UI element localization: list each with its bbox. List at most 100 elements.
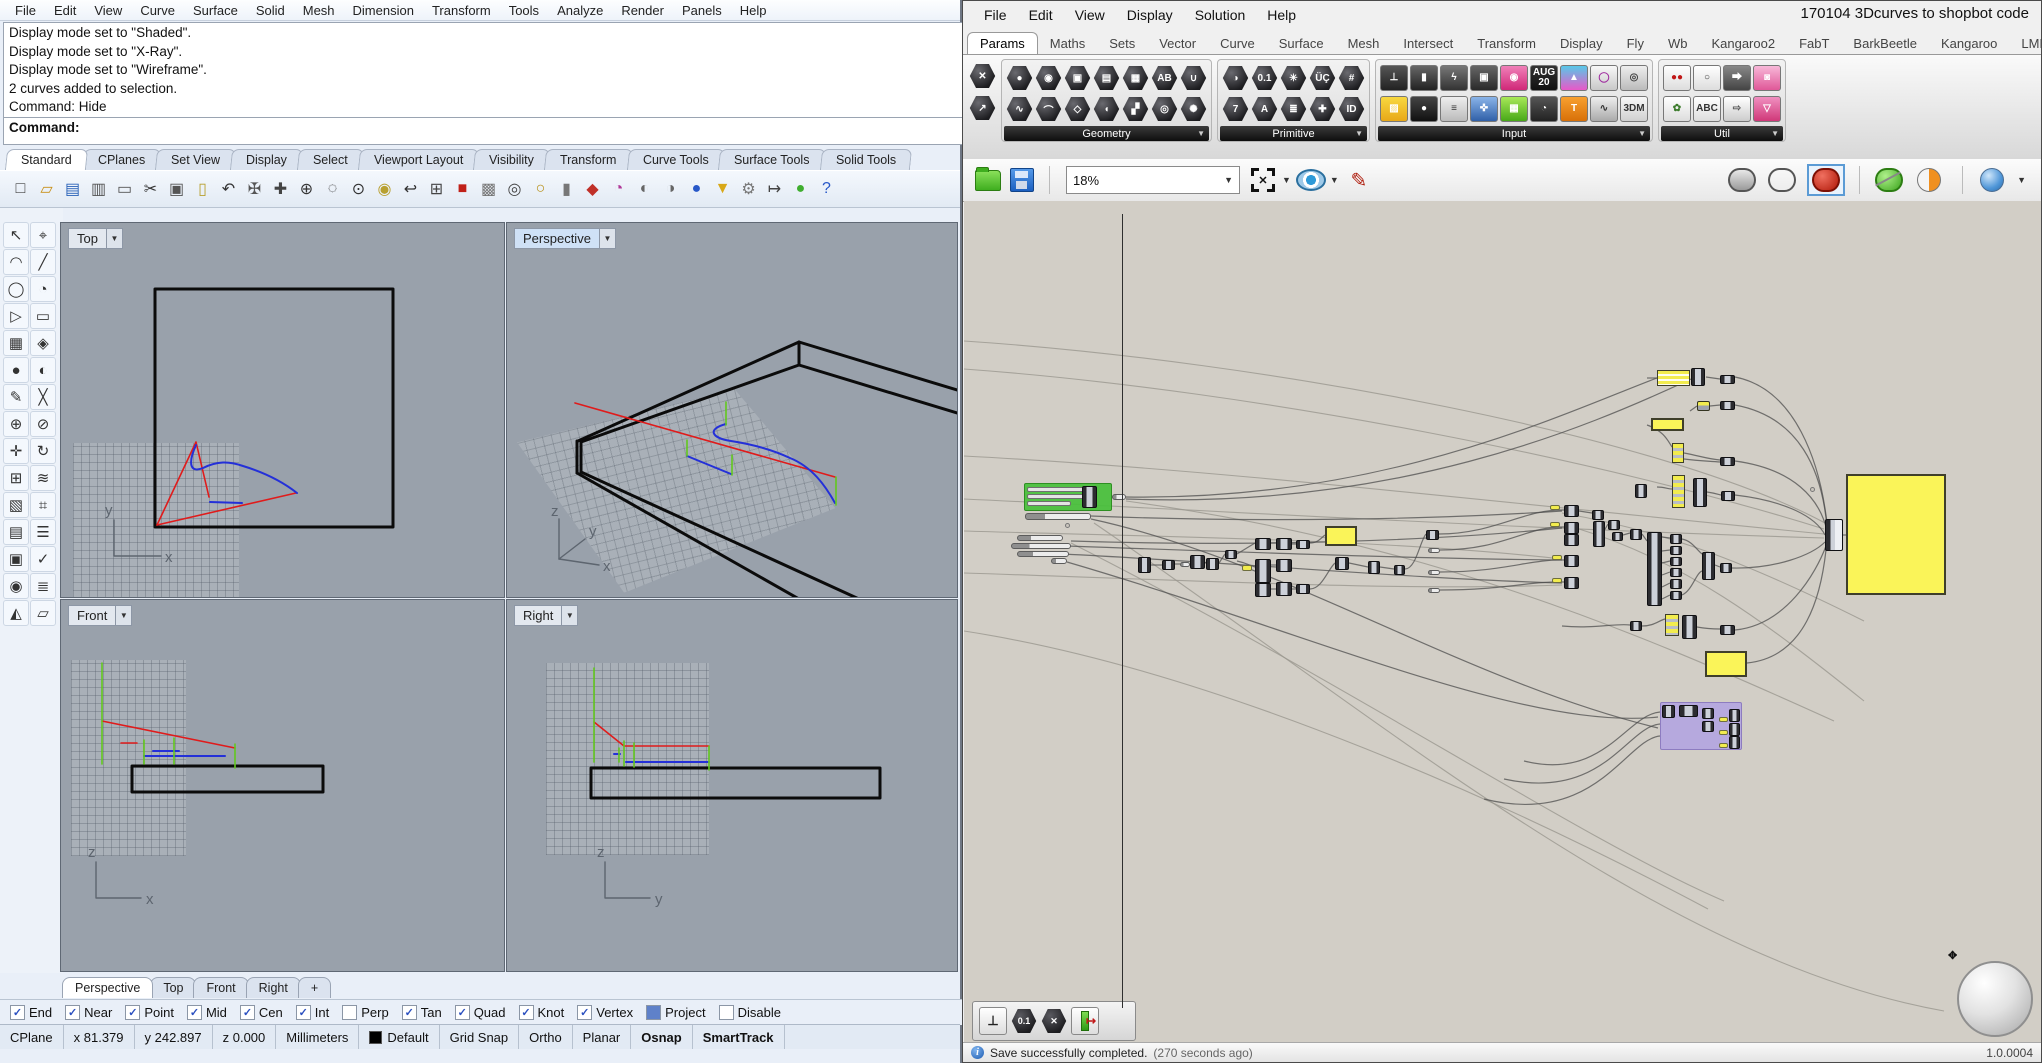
toolbar-icon[interactable]: ↩ [398, 177, 423, 202]
chevron-down-icon[interactable]: ▼ [107, 228, 123, 249]
toolbar-tab-cplanes[interactable]: CPlanes [82, 149, 161, 170]
gh-node-n[interactable] [1670, 579, 1682, 589]
checkbox-icon[interactable] [10, 1005, 25, 1020]
zoom-extents-button[interactable]: ✕ [1248, 165, 1278, 195]
palette-icon[interactable]: ⌒ [1035, 96, 1062, 122]
chevron-down-icon[interactable]: ▼ [1330, 175, 1339, 185]
osnap-toggle-cen[interactable]: Cen [240, 1005, 283, 1020]
toolbar-tab-transform[interactable]: Transform [544, 149, 633, 170]
status-cell-osnap[interactable]: Osnap [631, 1025, 692, 1049]
palette-icon[interactable]: ● [1410, 96, 1438, 122]
preview-shaded-button-selected[interactable] [1807, 164, 1845, 196]
checkbox-icon[interactable] [646, 1005, 661, 1020]
sidebar-tool-icon[interactable]: ╱ [30, 249, 56, 275]
sidebar-tool-icon[interactable]: ≋ [30, 465, 56, 491]
gh-node-n[interactable] [1670, 534, 1682, 544]
front-curve[interactable] [132, 766, 323, 792]
toolbar-icon[interactable]: ▯ [190, 177, 215, 202]
sidebar-tool-icon[interactable]: ╳ [30, 384, 56, 410]
menu-item-render[interactable]: Render [612, 3, 673, 18]
gh-node-t[interactable] [1719, 717, 1728, 722]
gh-node-n[interactable] [1206, 558, 1219, 570]
sidebar-tool-icon[interactable]: ✛ [3, 438, 29, 464]
gh-tab-surface[interactable]: Surface [1267, 33, 1336, 54]
toolbar-tab-set-view[interactable]: Set View [155, 149, 236, 170]
status-cell-grid-snap[interactable]: Grid Snap [440, 1025, 520, 1049]
perspective-curve[interactable] [577, 473, 799, 597]
viewport-perspective[interactable]: zyx Perspective▼ [506, 222, 958, 598]
chevron-down-icon[interactable]: ▼ [562, 605, 578, 626]
palette-icon[interactable]: ✺ [1180, 96, 1207, 122]
palette-icon[interactable]: AB [1151, 65, 1178, 91]
sidebar-tool-icon[interactable]: ✎ [3, 384, 29, 410]
viewport-title-perspective[interactable]: Perspective▼ [514, 228, 616, 249]
toolbar-tab-surface-tools[interactable]: Surface Tools [718, 149, 826, 170]
checkbox-icon[interactable] [296, 1005, 311, 1020]
gh-tab-barkbeetle[interactable]: BarkBeetle [1841, 33, 1929, 54]
gh-node-n[interactable] [1729, 723, 1740, 736]
sidebar-tool-icon[interactable]: ◔ [30, 276, 56, 302]
gh-node-s[interactable] [1017, 551, 1069, 557]
gh-menu-item-display[interactable]: Display [1116, 7, 1184, 23]
palette-icon[interactable]: ϟ [1440, 65, 1468, 91]
gh-node-n[interactable] [1729, 709, 1740, 722]
osnap-toggle-end[interactable]: End [10, 1005, 52, 1020]
perspective-curve[interactable] [799, 342, 957, 390]
zoom-level-select[interactable]: 18%▼ [1066, 166, 1240, 194]
command-history[interactable]: Display mode set to "Shaded".Display mod… [3, 22, 963, 119]
checkbox-icon[interactable] [455, 1005, 470, 1020]
perspective-curve[interactable] [575, 403, 835, 477]
palette-icon[interactable]: ∪ [1180, 65, 1207, 91]
gh-menu-item-help[interactable]: Help [1256, 7, 1307, 23]
palette-icon[interactable]: ✚ [1309, 96, 1336, 122]
gh-tab-kangaroo[interactable]: Kangaroo [1929, 33, 2009, 54]
palette-icon[interactable]: 3DM [1620, 96, 1648, 122]
gh-tab-display[interactable]: Display [1548, 33, 1615, 54]
gh-node-n2[interactable] [1702, 552, 1715, 580]
palette-icon[interactable]: ∿ [1006, 96, 1033, 122]
sidebar-tool-icon[interactable]: ☰ [30, 519, 56, 545]
gh-node-y[interactable] [1651, 418, 1684, 431]
sidebar-tool-icon[interactable]: ≣ [30, 573, 56, 599]
gh-tab-vector[interactable]: Vector [1147, 33, 1208, 54]
front-curve[interactable] [102, 721, 235, 748]
palette-icon[interactable]: ▨ [1380, 96, 1408, 122]
gh-node-n[interactable] [1612, 532, 1623, 541]
palette-icon[interactable]: # [1338, 65, 1365, 91]
gh-node-n[interactable] [1564, 505, 1579, 517]
gh-node-n[interactable] [1720, 563, 1732, 573]
gh-node-s[interactable] [1112, 494, 1126, 500]
toolbar-icon[interactable]: ⊕ [294, 177, 319, 202]
gh-node-y[interactable] [1325, 526, 1357, 546]
osnap-toggle-near[interactable]: Near [65, 1005, 112, 1020]
toolbar-tab-solid-tools[interactable]: Solid Tools [820, 149, 912, 170]
menu-item-help[interactable]: Help [731, 3, 776, 18]
gh-node-st2[interactable] [1665, 614, 1679, 636]
gh-node-n[interactable] [1276, 582, 1292, 596]
chevron-down-icon[interactable]: ▼ [600, 228, 616, 249]
osnap-toggle-int[interactable]: Int [296, 1005, 329, 1020]
sidebar-tool-icon[interactable]: ◈ [30, 330, 56, 356]
mesh-quality-button[interactable] [1914, 165, 1944, 195]
top-curve[interactable] [210, 502, 242, 503]
sidebar-tool-icon[interactable]: ▦ [3, 330, 29, 356]
gh-node-n[interactable] [1276, 538, 1292, 550]
palette-icon[interactable]: ◖ [1093, 96, 1120, 122]
navigation-ball-widget[interactable] [1957, 961, 2033, 1037]
toolbar-icon[interactable]: ▭ [112, 177, 137, 202]
menu-item-surface[interactable]: Surface [184, 3, 247, 18]
osnap-toggle-mid[interactable]: Mid [187, 1005, 227, 1020]
palette-icon[interactable]: ◉ [1500, 65, 1528, 91]
gh-node-t[interactable] [1242, 565, 1252, 571]
perspective-curve[interactable] [581, 365, 799, 442]
gh-tab-sets[interactable]: Sets [1097, 33, 1147, 54]
chevron-down-icon[interactable]: ▼ [1282, 175, 1291, 185]
palette-icon[interactable]: ▦ [1122, 65, 1149, 91]
viewport-tab-right[interactable]: Right [246, 977, 301, 998]
osnap-toggle-project[interactable]: Project [646, 1005, 705, 1020]
palette-icon[interactable]: ◇ [1064, 96, 1091, 122]
add-viewport-tab-button[interactable]: + [298, 977, 331, 998]
gh-tab-transform[interactable]: Transform [1465, 33, 1548, 54]
gh-node-n[interactable] [1691, 368, 1705, 386]
quick-toolbar-icon[interactable]: ✕ [1041, 1008, 1067, 1034]
